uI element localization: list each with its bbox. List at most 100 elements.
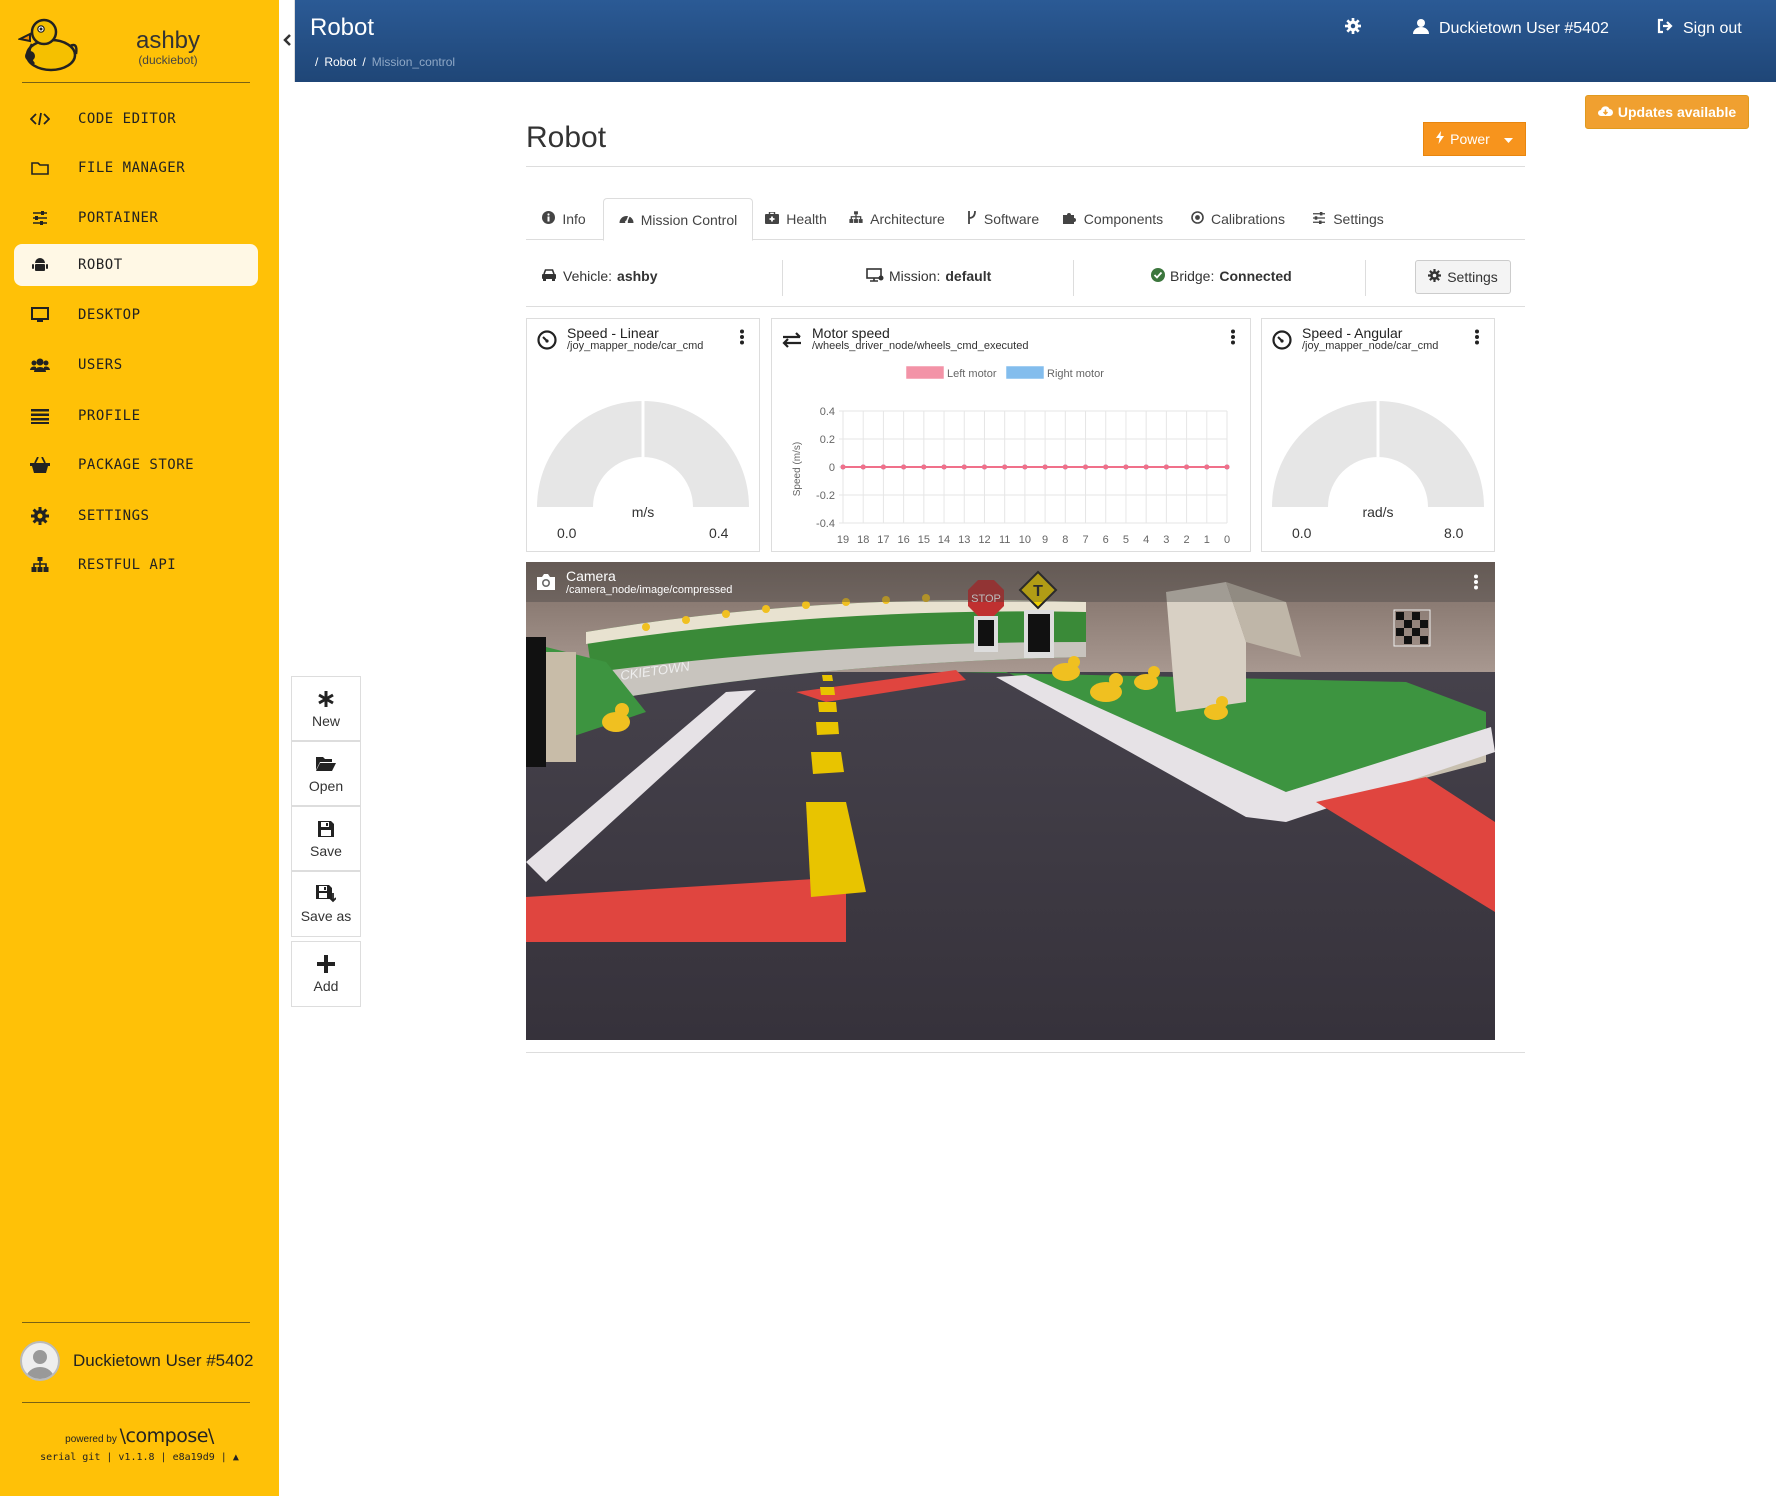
gauge-min: 0.0 [557,525,577,541]
toolbar-label: Save as [300,908,352,924]
tab-label: Health [786,211,827,227]
sidebar-item-file-manager[interactable]: FILE MANAGER [14,147,258,189]
robot-tabs: Info Mission Control Health Architecture… [526,198,1525,241]
dashboard-icon [619,212,634,227]
sidebar-item-label: PACKAGE STORE [78,457,195,473]
chart-data-point [1062,464,1068,470]
tab-components[interactable]: Components [1054,198,1172,240]
vehicle-value: ashby [617,268,658,284]
chart-data-point [1123,464,1129,470]
toolbar-label: Add [313,978,339,994]
panel-title: Speed - Linear [567,325,659,341]
chart-x-tick-label: 16 [898,534,910,546]
chart-y-tick-label: 0.4 [820,406,835,418]
tab-software[interactable]: Software [958,198,1048,240]
sidebar-item-label: RESTFUL API [78,557,177,573]
toolbar-save-as-button[interactable]: Save as [291,871,361,937]
power-label: Power [1450,131,1490,147]
chart-data-point [981,464,987,470]
version-text: serial git | v1.1.8 | e8a19d9 | [40,1452,227,1463]
toolbar-new-button[interactable]: New [291,676,361,741]
header-user-button[interactable]: Duckietown User #5402 [1413,18,1609,39]
sidebar-item-package-store[interactable]: PACKAGE STORE [14,444,258,486]
chart-y-tick-label: 0 [829,462,835,474]
version-info: serial git | v1.1.8 | e8a19d9 | ▲ [0,1452,279,1463]
camera-feed-image: STOP T CKIETOWN [526,562,1495,1040]
tab-label: Software [983,211,1040,227]
panel-topic: /joy_mapper_node/car_cmd [1302,340,1439,352]
mission-settings-button[interactable]: Settings [1415,260,1511,294]
exchange-icon [782,332,801,348]
settings-label: Settings [1447,269,1498,285]
chart-x-tick-label: 10 [1019,534,1031,546]
tab-label: Calibrations [1211,211,1285,227]
sidebar-item-desktop[interactable]: DESKTOP [14,294,258,336]
folder-open-icon [316,754,336,774]
list-icon [28,406,52,426]
chart-data-point [961,464,967,470]
tab-label: Info [562,211,586,227]
camera-title: Camera [566,568,616,584]
sidebar-item-code-editor[interactable]: CODE EDITOR [14,98,258,140]
panel-title: Speed - Angular [1302,325,1403,341]
tab-label: Architecture [870,211,945,227]
tab-label: Settings [1333,211,1384,227]
sidebar-collapse-button[interactable] [279,0,295,82]
tab-health[interactable]: Health [756,198,836,240]
caret-down-icon [1503,131,1513,147]
tab-mission-control[interactable]: Mission Control [603,198,753,241]
sidebar-item-restful-api[interactable]: RESTFUL API [14,544,258,586]
sidebar-item-robot[interactable]: ROBOT [14,244,258,286]
chart-x-tick-label: 18 [857,534,869,546]
kebab-menu-icon[interactable] [1473,574,1479,590]
tab-info[interactable]: Info [526,198,602,240]
compose-brand[interactable]: \compose\ [120,1425,215,1447]
sidebar-user[interactable]: Duckietown User #5402 [20,1341,260,1381]
power-dropdown-button[interactable]: Power [1423,122,1526,156]
toolbar-add-button[interactable]: Add [291,941,361,1007]
updates-label: Updates available [1617,104,1737,120]
angular-gauge [1272,401,1484,507]
sidebar-item-users[interactable]: USERS [14,344,258,386]
sidebar-user-name: Duckietown User #5402 [73,1351,254,1370]
kebab-menu-icon[interactable] [1474,329,1480,345]
bridge-status: Bridge: Connected [1151,256,1292,296]
motor-speed-panel: Motor speed /wheels_driver_node/wheels_c… [771,318,1251,552]
sidebar-item-portainer[interactable]: PORTAINER [14,197,258,239]
kebab-menu-icon[interactable] [1230,329,1236,345]
tab-architecture[interactable]: Architecture [843,198,951,240]
updates-available-button[interactable]: Updates available [1585,95,1749,129]
chart-data-point [1224,464,1230,470]
toolbar-open-button[interactable]: Open [291,741,361,806]
sidebar-divider [22,1322,250,1323]
sign-out-button[interactable]: Sign out [1657,18,1742,39]
tab-calibrations[interactable]: Calibrations [1178,198,1298,240]
chart-y-axis-label: Speed (m/s) [792,442,803,496]
kebab-menu-icon[interactable] [739,329,745,345]
duck-logo[interactable] [18,12,80,74]
tab-settings[interactable]: Settings [1301,198,1395,240]
sliders-icon [28,208,52,228]
sitemap-icon [849,211,863,227]
chart-legend-swatch[interactable] [906,366,944,379]
sidebar-item-label: USERS [78,357,123,373]
sidebar-item-settings[interactable]: SETTINGS [14,495,258,537]
camera-panel: STOP T CKIETOWN Camera /camera_node/imag… [526,562,1495,1040]
dot-circle-icon [1191,211,1204,227]
tab-label: Mission Control [640,211,738,228]
avatar [20,1341,60,1381]
toolbar-save-button[interactable]: Save [291,806,361,871]
bridge-value: Connected [1219,268,1292,284]
chart-legend-swatch[interactable] [1006,366,1044,379]
chart-x-tick-label: 14 [938,534,950,546]
breadcrumb-robot[interactable]: Robot [324,55,356,69]
chart-legend-label[interactable]: Left motor [947,368,997,380]
header-settings-button[interactable] [1345,18,1361,39]
tachometer-icon [1272,330,1292,350]
chart-legend-label[interactable]: Right motor [1047,368,1104,380]
chart-data-point [921,464,927,470]
sidebar-item-profile[interactable]: PROFILE [14,395,258,437]
check-circle-icon [1151,267,1165,285]
chart-data-point [840,464,846,470]
asterisk-icon [318,689,334,709]
